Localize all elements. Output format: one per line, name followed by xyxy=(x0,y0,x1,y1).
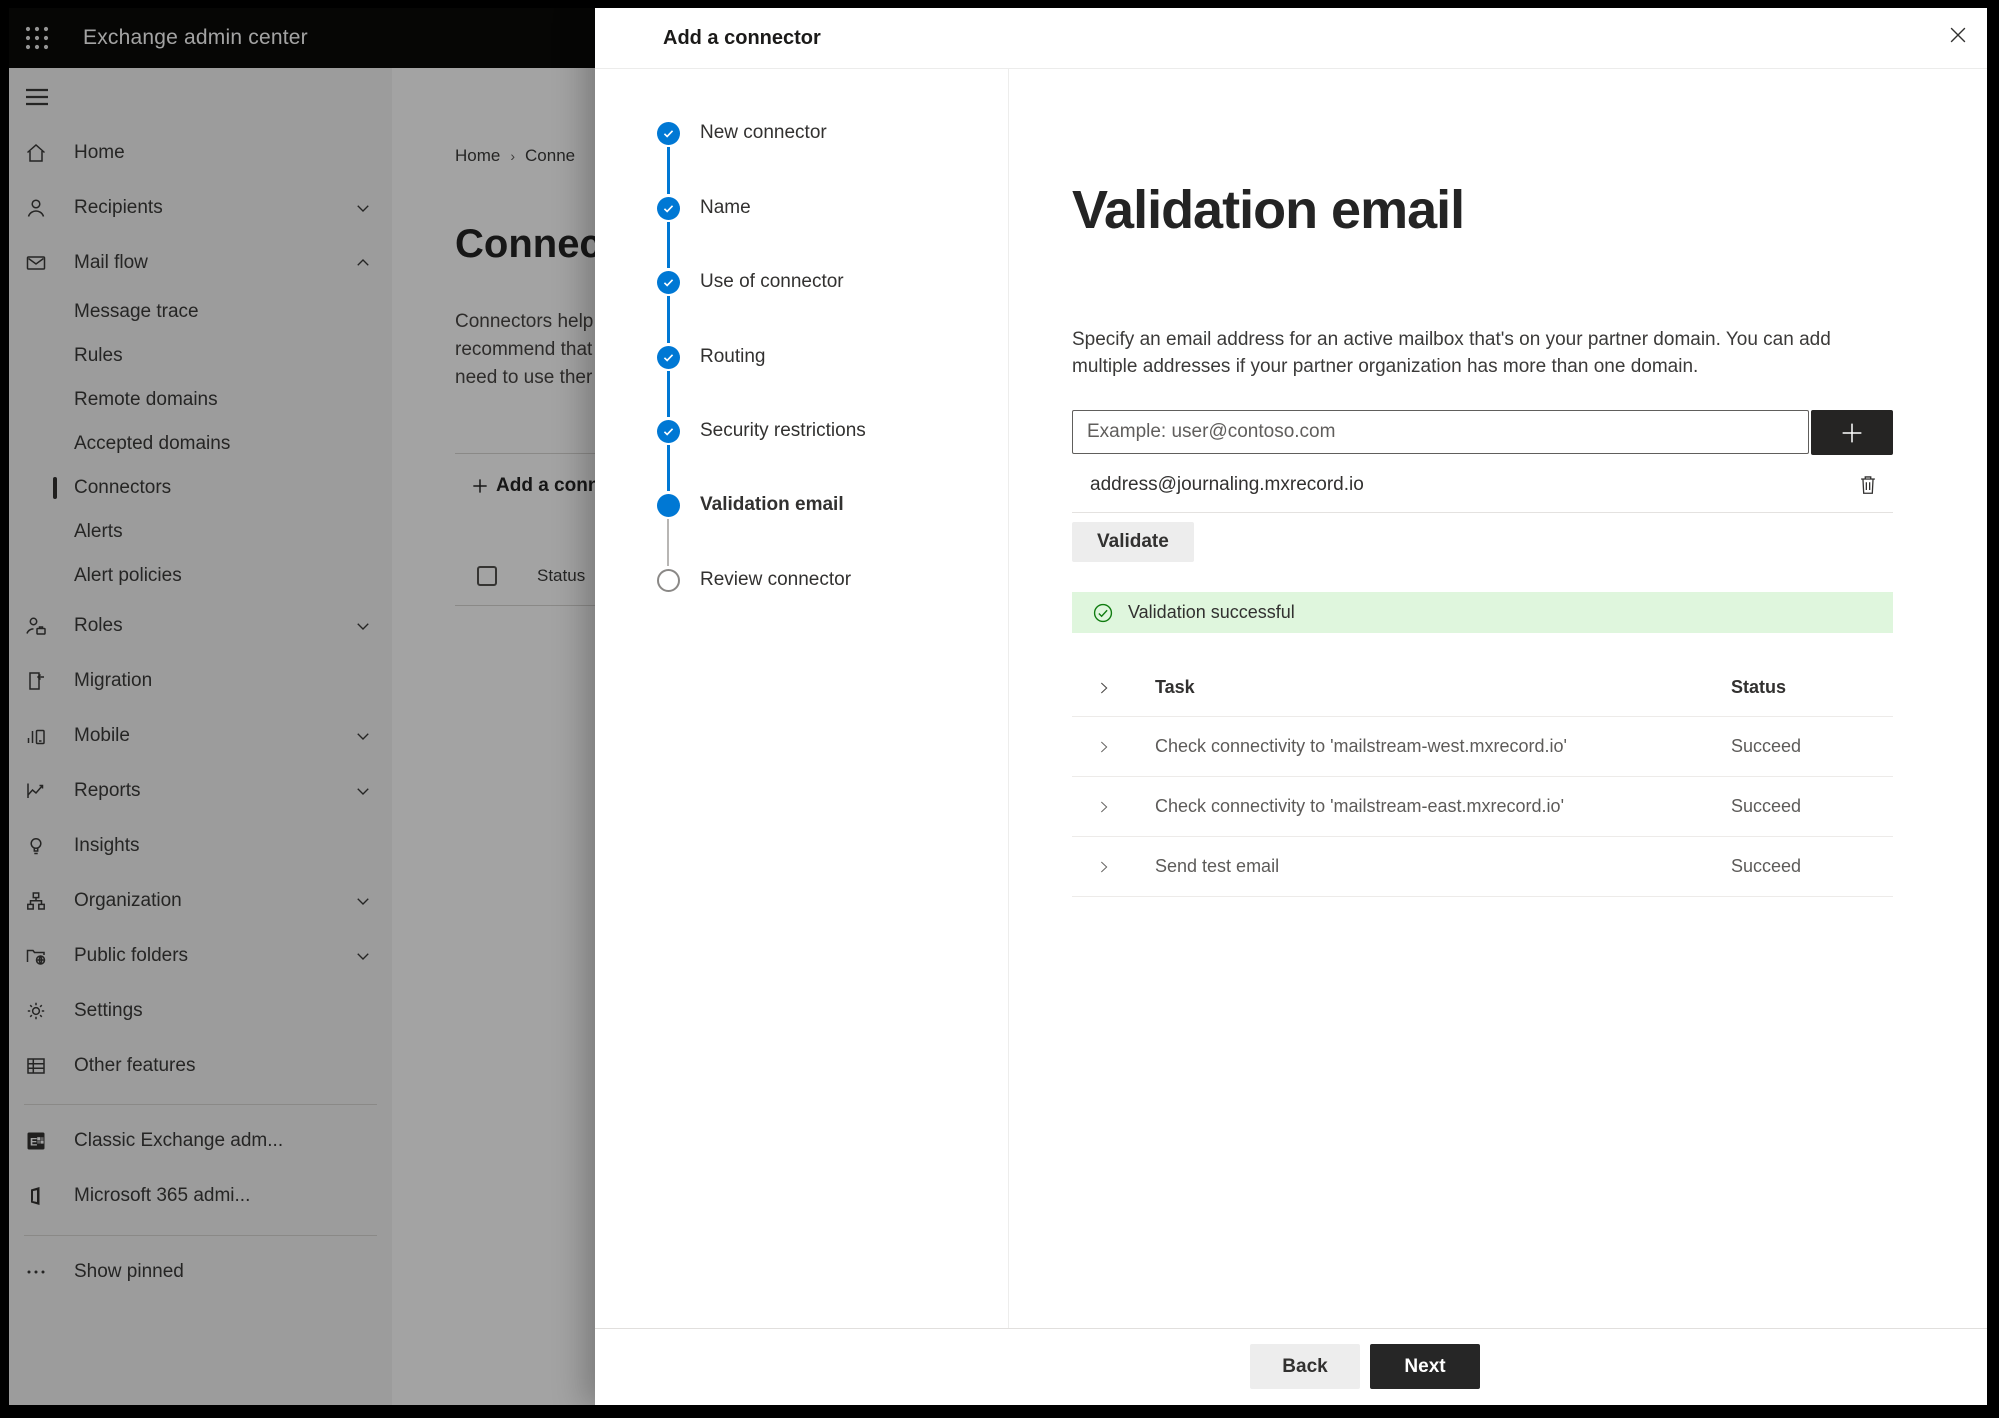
validation-results-table: Task Status Check connectivity to 'mails… xyxy=(1072,659,1893,897)
status-value: Succeed xyxy=(1731,796,1802,816)
status-column-header: Status xyxy=(1731,677,1787,697)
step-complete-icon xyxy=(656,419,680,443)
step-connector-line xyxy=(667,519,669,566)
table-row[interactable]: Check connectivity to 'mailstream-east.m… xyxy=(1072,777,1893,837)
step-connector-line xyxy=(666,296,670,343)
step-complete-icon xyxy=(656,121,680,145)
add-connector-dialog: Add a connector New connector Name Use o… xyxy=(595,8,1987,1405)
added-address-text: address@journaling.mxrecord.io xyxy=(1090,474,1364,495)
expand-row-chevron-icon[interactable] xyxy=(1096,737,1112,757)
validate-button[interactable]: Validate xyxy=(1072,522,1194,562)
close-button[interactable] xyxy=(1944,21,1972,49)
step-upcoming-icon xyxy=(656,568,680,592)
plus-icon xyxy=(1842,423,1862,442)
task-column-header: Task xyxy=(1155,677,1195,697)
dialog-title: Add a connector xyxy=(663,27,821,49)
screenshot-frame: Exchange admin center Home Recipients Ma… xyxy=(0,0,1999,1418)
step-complete-icon xyxy=(656,270,680,294)
table-row[interactable]: Send test email Succeed xyxy=(1072,837,1893,897)
dialog-footer: Back Next xyxy=(595,1328,1987,1405)
expand-row-chevron-icon[interactable] xyxy=(1096,797,1112,817)
next-button[interactable]: Next xyxy=(1370,1344,1480,1389)
added-address-row: address@journaling.mxrecord.io xyxy=(1072,462,1893,508)
step-complete-icon xyxy=(656,196,680,220)
expand-row-chevron-icon[interactable] xyxy=(1096,857,1112,877)
step-connector-line xyxy=(666,371,670,417)
step-connector-line xyxy=(666,222,670,268)
email-address-input[interactable] xyxy=(1072,410,1809,454)
close-icon xyxy=(1950,27,1966,43)
status-value: Succeed xyxy=(1731,736,1802,756)
step-heading: Validation email xyxy=(1072,180,1465,240)
back-button[interactable]: Back xyxy=(1250,1344,1360,1389)
trash-icon xyxy=(1861,476,1875,494)
step-current-icon xyxy=(656,493,680,517)
divider xyxy=(1072,512,1893,513)
table-header-row: Task Status xyxy=(1072,659,1893,717)
step-complete-icon xyxy=(656,345,680,369)
delete-address-button[interactable] xyxy=(1855,472,1881,498)
table-row[interactable]: Check connectivity to 'mailstream-west.m… xyxy=(1072,717,1893,777)
step-connector-line xyxy=(666,147,670,194)
add-address-button[interactable] xyxy=(1811,410,1893,455)
wizard-rail-divider xyxy=(1008,69,1009,1328)
success-check-icon xyxy=(1093,603,1113,622)
validation-success-banner: Validation successful xyxy=(1072,592,1893,633)
email-input-row xyxy=(1072,410,1893,455)
dialog-main-pane: Validation email Specify an email addres… xyxy=(1072,8,1893,1405)
step-description: Specify an email address for an active m… xyxy=(1072,329,1831,377)
banner-text: Validation successful xyxy=(1128,602,1295,622)
app-window: Exchange admin center Home Recipients Ma… xyxy=(9,8,1987,1405)
status-value: Succeed xyxy=(1731,856,1802,876)
expand-all-chevron-icon[interactable] xyxy=(1096,678,1112,698)
step-connector-line xyxy=(666,445,670,491)
